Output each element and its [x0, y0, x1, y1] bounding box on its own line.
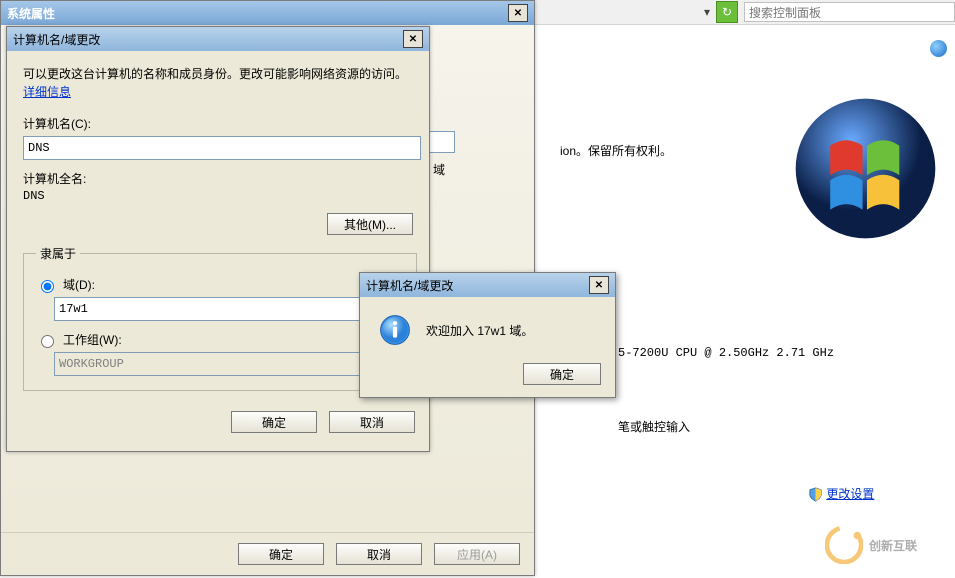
domain-radio[interactable]	[41, 280, 54, 293]
namechg-titlebar[interactable]: 计算机名/域更改 ✕	[7, 27, 429, 51]
computer-name-input[interactable]	[23, 136, 421, 160]
refresh-icon[interactable]: ↻	[716, 1, 738, 23]
search-input[interactable]: 搜索控制面板	[744, 2, 955, 22]
msg-titlebar[interactable]: 计算机名/域更改 ✕	[360, 273, 615, 297]
rights-text: ion。保留所有权利。	[560, 142, 672, 159]
member-of-group: 隶属于 域(D): 工作组(W):	[23, 245, 417, 391]
msg-ok-button[interactable]: 确定	[523, 363, 601, 385]
info-icon	[378, 313, 412, 347]
workgroup-input	[54, 352, 404, 376]
domain-radio-label: 域(D):	[63, 276, 95, 293]
sysprops-ok-button[interactable]: 确定	[238, 543, 324, 565]
close-icon[interactable]: ✕	[508, 4, 528, 22]
nav-dropdown-icon[interactable]: ▾	[704, 5, 710, 19]
cpu-text: 5-7200U CPU @ 2.50GHz 2.71 GHz	[618, 346, 834, 360]
workgroup-radio-label: 工作组(W):	[63, 331, 122, 348]
namechg-desc: 可以更改这台计算机的名称和成员身份。更改可能影响网络资源的访问。 详细信息	[23, 65, 413, 101]
computer-name-label: 计算机名(C):	[23, 115, 413, 132]
namechg-ok-button[interactable]: 确定	[231, 411, 317, 433]
more-info-link[interactable]: 详细信息	[23, 85, 71, 99]
msg-text: 欢迎加入 17w1 域。	[426, 322, 533, 339]
windows-logo	[792, 95, 939, 242]
msg-title: 计算机名/域更改	[366, 277, 453, 294]
namechg-title: 计算机名/域更改	[13, 31, 100, 48]
other-button[interactable]: 其他(M)...	[327, 213, 413, 235]
domain-input[interactable]	[54, 297, 404, 321]
workgroup-radio[interactable]	[41, 335, 54, 348]
message-dialog: 计算机名/域更改 ✕ 欢迎加入 17w1 域。 确定	[359, 272, 616, 398]
sysprops-apply-button[interactable]: 应用(A)	[434, 543, 520, 565]
member-of-legend: 隶属于	[36, 245, 80, 262]
close-icon[interactable]: ✕	[403, 30, 423, 48]
partial-input	[429, 131, 455, 153]
partial-label: 域	[433, 161, 445, 178]
cx-watermark: 创新互联	[825, 522, 945, 568]
pen-touch-text: 笔或触控输入	[618, 418, 690, 435]
shield-icon	[808, 487, 823, 502]
sysprops-titlebar[interactable]: 系统属性 ✕	[1, 1, 534, 25]
full-name-label: 计算机全名:	[23, 172, 86, 186]
sysprops-cancel-button[interactable]: 取消	[336, 543, 422, 565]
sysprops-title: 系统属性	[7, 5, 55, 22]
full-name-value: DNS	[23, 189, 413, 203]
namechg-cancel-button[interactable]: 取消	[329, 411, 415, 433]
change-settings-link[interactable]: 更改设置	[826, 487, 874, 501]
close-icon[interactable]: ✕	[589, 276, 609, 294]
help-icon[interactable]	[930, 40, 947, 57]
